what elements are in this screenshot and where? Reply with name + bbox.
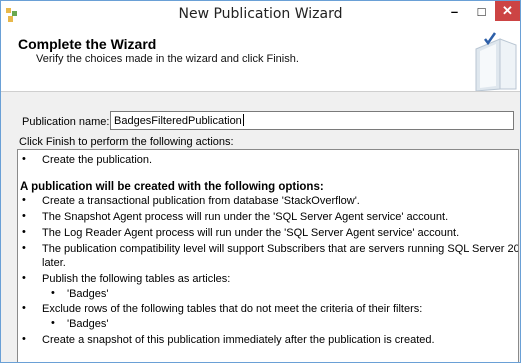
list-item: Create a snapshot of this publication im… [42,334,435,346]
title-bar[interactable]: New Publication Wizard – □ ✕ [1,1,520,30]
bullet-icon: • [22,194,26,206]
sub-list-item: 'Badges' [67,288,109,300]
list-item: Publish the following tables as articles… [42,273,231,285]
list-item: The Log Reader Agent process will run un… [42,227,460,239]
list-item-continuation: later. [42,257,66,269]
publication-name-label: Publication name: [22,116,110,128]
publication-name-input[interactable]: BadgesFilteredPublication [110,111,514,130]
bullet-icon: • [22,153,26,165]
sub-bullet-icon: • [51,287,55,299]
list-item: Create the publication. [42,154,153,166]
wizard-window: New Publication Wizard – □ ✕ Complete th… [0,0,521,363]
bullet-icon: • [22,210,26,222]
options-heading: A publication will be created with the f… [20,181,324,193]
sub-list-item: 'Badges' [67,318,109,330]
finish-instruction: Click Finish to perform the following ac… [19,136,234,148]
text-caret [242,114,244,126]
page-title: Complete the Wizard [18,36,157,52]
wizard-book-icon [475,32,517,91]
list-item: The Snapshot Agent process will run unde… [42,211,449,223]
bullet-icon: • [22,333,26,345]
bullet-icon: • [22,302,26,314]
wizard-header: Complete the Wizard Verify the choices m… [1,29,520,92]
list-item: Create a transactional publication from … [42,195,360,207]
actions-list[interactable]: • Create the publication. A publication … [17,149,519,362]
maximize-button[interactable]: □ [468,1,495,21]
list-item: The publication compatibility level will… [42,243,519,255]
page-subtitle: Verify the choices made in the wizard an… [36,53,299,65]
bullet-icon: • [22,242,26,254]
sub-bullet-icon: • [51,317,55,329]
bullet-icon: • [22,226,26,238]
minimize-button[interactable]: – [441,1,468,21]
publication-name-value: BadgesFilteredPublication [114,115,242,127]
bullet-icon: • [22,272,26,284]
list-item: Exclude rows of the following tables tha… [42,303,423,315]
close-button[interactable]: ✕ [495,1,520,21]
